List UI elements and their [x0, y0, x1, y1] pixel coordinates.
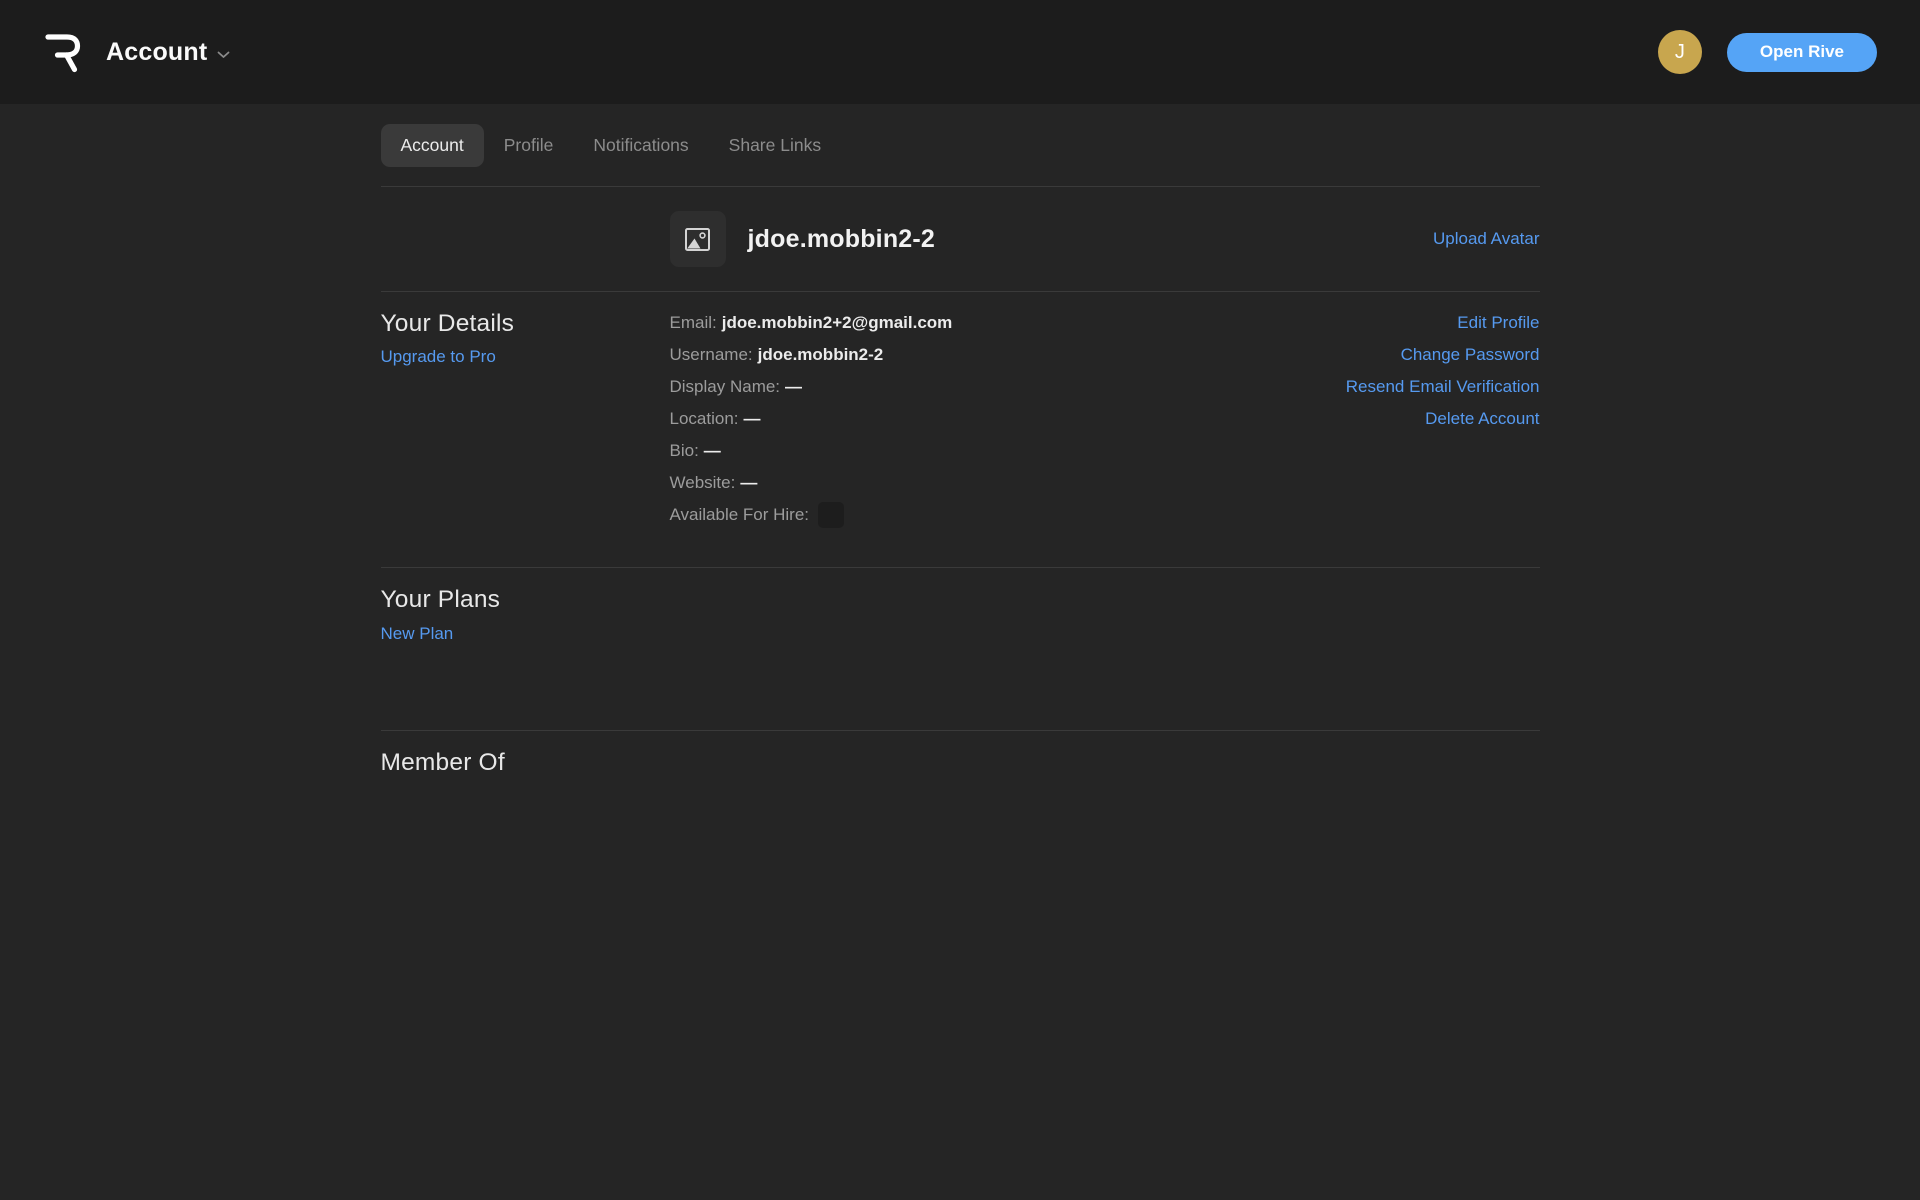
delete-account-link[interactable]: Delete Account [1346, 403, 1539, 435]
detail-row-email: Email: jdoe.mobbin2+2@gmail.com [670, 307, 1346, 339]
upgrade-to-pro-link[interactable]: Upgrade to Pro [381, 341, 496, 373]
avatar-section: jdoe.mobbin2-2 Upload Avatar [381, 187, 1540, 291]
tab-notifications[interactable]: Notifications [573, 124, 708, 167]
username-value: jdoe.mobbin2-2 [757, 345, 884, 364]
edit-profile-link[interactable]: Edit Profile [1346, 307, 1539, 339]
tab-account[interactable]: Account [380, 124, 484, 167]
image-icon [685, 227, 710, 251]
user-avatar[interactable]: J [1657, 30, 1702, 74]
bio-label: Bio: [669, 441, 699, 460]
chevron-down-icon [217, 51, 230, 59]
tab-bar: Account Profile Notifications Share Link… [380, 124, 1540, 167]
account-content: Account Profile Notifications Share Link… [380, 124, 1540, 819]
your-plans-heading: Your Plans [380, 586, 501, 613]
tab-share-links[interactable]: Share Links [709, 124, 841, 167]
top-bar-left: Account [42, 29, 230, 75]
your-details-heading: Your Details [380, 310, 515, 337]
details-actions-column: Edit Profile Change Password Resend Emai… [1346, 307, 1540, 531]
page-title: Account [106, 37, 208, 66]
member-of-heading: Member Of [380, 749, 505, 776]
detail-row-website: Website: — [670, 467, 1346, 499]
member-of-section: Member Of [381, 731, 1540, 819]
detail-row-available-for-hire: Available For Hire: [670, 499, 1346, 531]
location-value: — [743, 409, 761, 428]
website-value: — [740, 473, 758, 492]
new-plan-link[interactable]: New Plan [381, 618, 454, 650]
details-list: Email: jdoe.mobbin2+2@gmail.com Username… [670, 307, 1346, 531]
account-page: { "header": { "title": "Account", "avata… [0, 0, 1920, 1200]
your-plans-section: Your Plans New Plan [381, 568, 1540, 730]
display-name-label: Display Name: [669, 377, 781, 396]
detail-row-display-name: Display Name: — [670, 371, 1346, 403]
avatar-placeholder[interactable] [669, 211, 726, 267]
page-title-dropdown[interactable]: Account [106, 38, 230, 67]
top-bar: Account J Open Rive [0, 0, 1920, 104]
top-bar-right: J Open Rive [1657, 30, 1877, 74]
your-details-section: Your Details Upgrade to Pro Email: jdoe.… [381, 292, 1540, 567]
bio-value: — [703, 441, 721, 460]
detail-row-location: Location: — [670, 403, 1346, 435]
available-for-hire-checkbox[interactable] [818, 502, 845, 528]
detail-row-bio: Bio: — [670, 435, 1346, 467]
change-password-link[interactable]: Change Password [1346, 339, 1540, 371]
display-name-value: — [785, 377, 803, 396]
tab-profile[interactable]: Profile [484, 124, 574, 167]
detail-row-username: Username: jdoe.mobbin2-2 [670, 339, 1346, 371]
open-rive-button[interactable]: Open Rive [1726, 32, 1877, 72]
username-display: jdoe.mobbin2-2 [747, 224, 936, 253]
username-label: Username: [669, 345, 753, 364]
location-label: Location: [669, 409, 739, 428]
resend-email-verification-link[interactable]: Resend Email Verification [1346, 371, 1540, 403]
details-left-column: Your Details Upgrade to Pro [381, 307, 670, 531]
rive-logo-icon [45, 34, 81, 73]
upload-avatar-link[interactable]: Upload Avatar [1433, 229, 1539, 249]
rive-logo[interactable] [42, 29, 82, 75]
available-for-hire-label: Available For Hire: [669, 505, 810, 524]
email-label: Email: [669, 313, 717, 332]
website-label: Website: [669, 473, 736, 492]
email-value: jdoe.mobbin2+2@gmail.com [721, 313, 953, 332]
